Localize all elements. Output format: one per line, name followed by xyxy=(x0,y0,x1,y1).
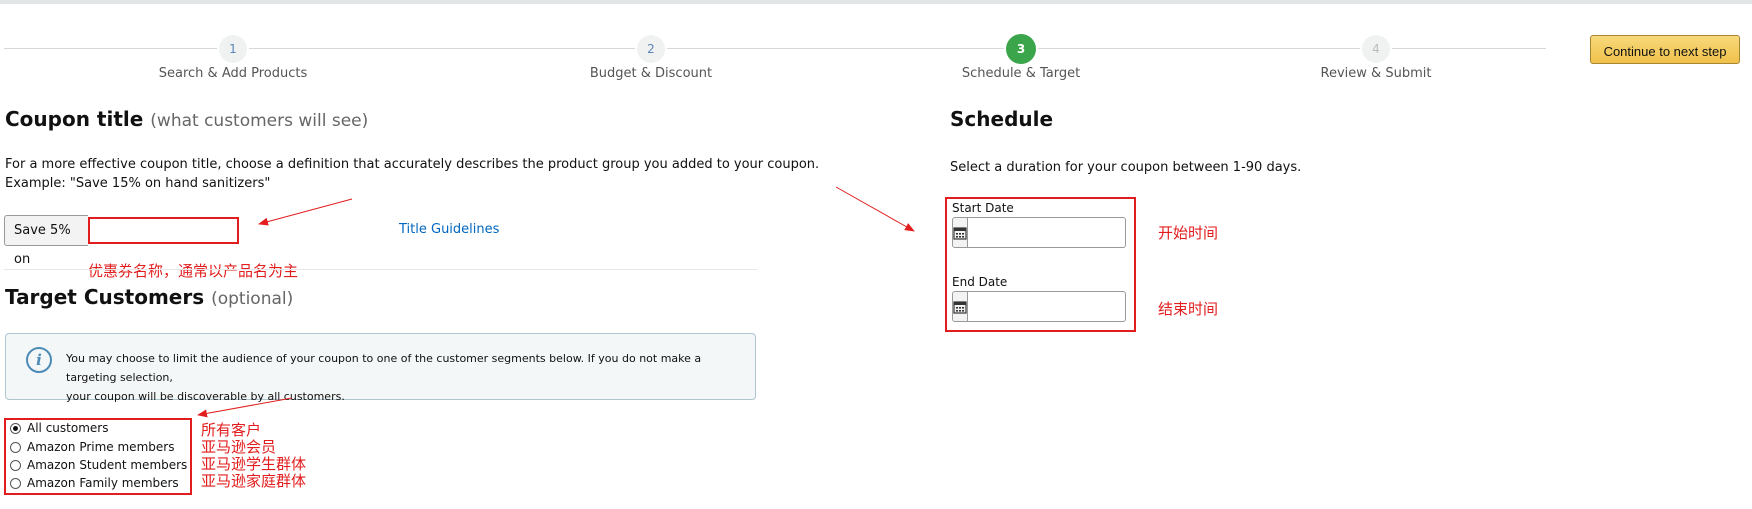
annotation-arrows xyxy=(197,186,915,418)
audience-arrow xyxy=(197,397,293,418)
title-arrow xyxy=(258,198,353,226)
schedule-arrow xyxy=(835,186,915,232)
